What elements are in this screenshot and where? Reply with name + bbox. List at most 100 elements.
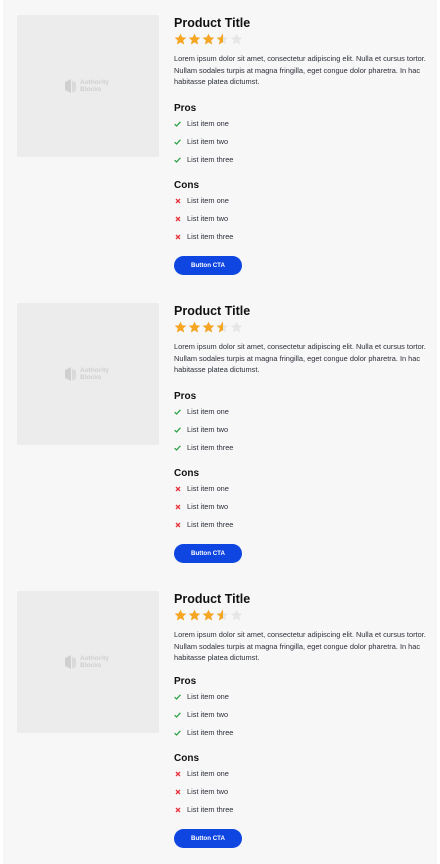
pros-list-item: List item one (174, 115, 426, 133)
pros-heading: Pros (174, 675, 197, 687)
check-icon (174, 408, 181, 415)
cross-icon (174, 215, 181, 222)
cons-list-item: List item three (174, 228, 426, 246)
pros-list-item: List item three (174, 439, 426, 457)
cons-item-label: List item three (187, 520, 234, 529)
star-rating (174, 609, 426, 622)
product-title: Product Title (174, 304, 251, 318)
star-filled-icon (202, 321, 215, 334)
pros-list: List item one List item two List item th… (174, 688, 426, 742)
product-title: Product Title (174, 16, 251, 30)
cons-list: List item one List item two List item th… (174, 192, 426, 246)
cons-heading: Cons (174, 179, 199, 191)
cons-item-label: List item two (187, 787, 229, 796)
pros-item-label: List item three (187, 443, 234, 452)
authority-blocks-logo: Authority Blocks (65, 367, 109, 381)
logo-icon (65, 655, 76, 669)
cons-item-label: List item one (187, 196, 229, 205)
cons-list-item: List item two (174, 210, 426, 228)
pros-item-label: List item one (187, 119, 229, 128)
cons-list-item: List item three (174, 801, 426, 819)
check-icon (174, 426, 181, 433)
product-image-placeholder: Authority Blocks (17, 303, 159, 445)
pros-heading: Pros (174, 102, 197, 114)
product-content: Product Title Lorem ipsum dolor sit amet… (174, 303, 426, 563)
star-filled-icon (188, 609, 201, 622)
cons-list-item: List item two (174, 783, 426, 801)
pros-item-label: List item one (187, 407, 229, 416)
logo-icon (65, 79, 76, 93)
star-rating (174, 321, 426, 334)
pros-list-item: List item two (174, 133, 426, 151)
product-description: Lorem ipsum dolor sit amet, consectetur … (174, 630, 426, 662)
cons-heading: Cons (174, 467, 199, 479)
cta-button[interactable]: Button CTA (174, 828, 242, 848)
product-card: Authority Blocks Product Title Lorem ips… (3, 0, 437, 288)
cross-icon (174, 485, 181, 492)
cross-icon (174, 521, 181, 528)
check-icon (174, 138, 181, 145)
cons-list-item: List item three (174, 516, 426, 534)
pros-item-label: List item three (187, 155, 234, 164)
star-half-icon (216, 321, 229, 334)
star-empty-icon (230, 33, 243, 46)
star-empty-icon (230, 609, 243, 622)
check-icon (174, 693, 181, 700)
star-filled-icon (174, 609, 187, 622)
pros-list: List item one List item two List item th… (174, 115, 426, 169)
check-icon (174, 711, 181, 718)
check-icon (174, 156, 181, 163)
logo-text: Authority Blocks (80, 655, 109, 669)
pros-item-label: List item one (187, 692, 229, 701)
star-filled-icon (188, 33, 201, 46)
pros-list-item: List item two (174, 706, 426, 724)
cons-heading: Cons (174, 752, 199, 764)
star-filled-icon (202, 609, 215, 622)
logo-text: Authority Blocks (80, 79, 109, 93)
cta-button[interactable]: Button CTA (174, 543, 242, 563)
cons-item-label: List item one (187, 484, 229, 493)
cross-icon (174, 788, 181, 795)
cons-item-label: List item two (187, 214, 229, 223)
cross-icon (174, 770, 181, 777)
star-filled-icon (174, 33, 187, 46)
cross-icon (174, 806, 181, 813)
product-title: Product Title (174, 592, 251, 606)
product-image-placeholder: Authority Blocks (17, 591, 159, 733)
product-list: Authority Blocks Product Title Lorem ips… (3, 0, 437, 864)
pros-list-item: List item two (174, 421, 426, 439)
product-card: Authority Blocks Product Title Lorem ips… (3, 288, 437, 576)
pros-list-item: List item three (174, 151, 426, 169)
check-icon (174, 444, 181, 451)
cross-icon (174, 233, 181, 240)
pros-list-item: List item one (174, 688, 426, 706)
product-card: Authority Blocks Product Title Lorem ips… (3, 576, 437, 864)
product-image-placeholder: Authority Blocks (17, 15, 159, 157)
logo-icon (65, 367, 76, 381)
logo-text: Authority Blocks (80, 367, 109, 381)
cons-list-item: List item one (174, 480, 426, 498)
product-content: Product Title Lorem ipsum dolor sit amet… (174, 15, 426, 275)
check-icon (174, 120, 181, 127)
cross-icon (174, 197, 181, 204)
star-half-icon (216, 609, 229, 622)
pros-item-label: List item two (187, 137, 229, 146)
pros-item-label: List item two (187, 710, 229, 719)
authority-blocks-logo: Authority Blocks (65, 79, 109, 93)
check-icon (174, 729, 181, 736)
pros-item-label: List item three (187, 728, 234, 737)
product-description: Lorem ipsum dolor sit amet, consectetur … (174, 54, 426, 86)
product-content: Product Title Lorem ipsum dolor sit amet… (174, 591, 426, 848)
pros-list-item: List item one (174, 403, 426, 421)
star-rating (174, 33, 426, 46)
pros-list-item: List item three (174, 724, 426, 742)
cta-button[interactable]: Button CTA (174, 255, 242, 275)
cons-list: List item one List item two List item th… (174, 480, 426, 534)
pros-list: List item one List item two List item th… (174, 403, 426, 457)
cons-list-item: List item one (174, 765, 426, 783)
star-half-icon (216, 33, 229, 46)
pros-item-label: List item two (187, 425, 229, 434)
star-filled-icon (174, 321, 187, 334)
star-empty-icon (230, 321, 243, 334)
cons-item-label: List item one (187, 769, 229, 778)
